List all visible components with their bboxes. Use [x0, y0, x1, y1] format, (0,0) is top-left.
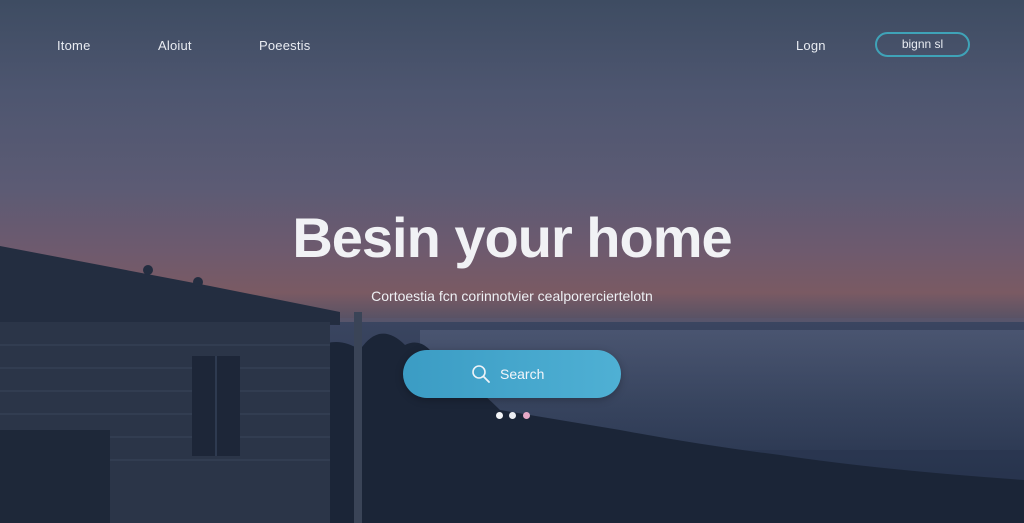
nav-link-posts[interactable]: Poeestis	[259, 38, 310, 53]
landing-page: Itome Aloiut Poeestis Logn bignn sl Besi…	[0, 0, 1024, 523]
hero-title: Besin your home	[292, 206, 732, 269]
carousel-dot-2[interactable]	[509, 412, 516, 419]
carousel-dot-1[interactable]	[496, 412, 503, 419]
search-button-label: Search	[500, 366, 545, 382]
search-button[interactable]: Search	[403, 350, 621, 398]
login-link[interactable]: Logn	[796, 38, 826, 53]
nav-link-about[interactable]: Aloiut	[158, 38, 192, 53]
hero-subtitle: Cortoestia fcn corinnotvier cealporercie…	[371, 288, 653, 304]
signup-button[interactable]: bignn sl	[875, 32, 970, 57]
carousel-dot-3[interactable]	[523, 412, 530, 419]
nav-link-home[interactable]: Itome	[57, 38, 91, 53]
search-icon	[472, 365, 490, 383]
